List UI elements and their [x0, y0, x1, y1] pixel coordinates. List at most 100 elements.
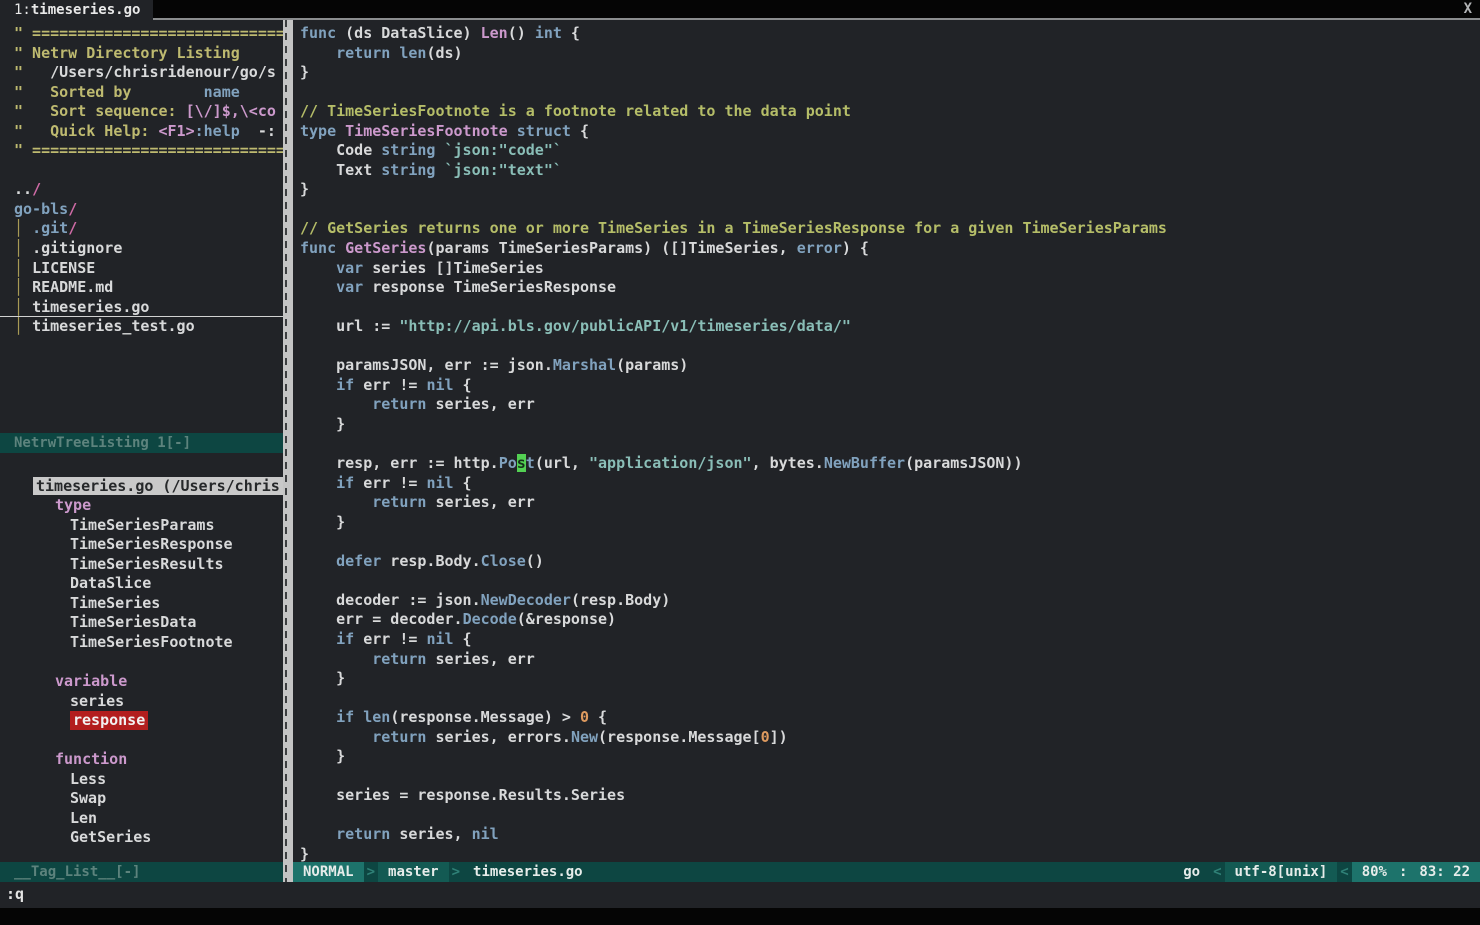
code-line[interactable] — [300, 767, 1480, 787]
netrw-row[interactable]: " Quick Help: <F1>:help -: — [0, 122, 283, 142]
netrw-row[interactable]: " Sort sequence: [\/]$,\<co — [0, 102, 283, 122]
netrw-row[interactable]: " Netrw Directory Listing — [0, 44, 283, 64]
code-line[interactable]: } — [300, 415, 1480, 435]
tagbar-tag-row[interactable]: series — [0, 692, 283, 712]
block-cursor: s — [516, 454, 526, 473]
code-line[interactable] — [300, 571, 1480, 591]
scroll-percent: 80% — [1361, 864, 1387, 880]
separator-right-icon: > — [366, 864, 376, 880]
code-line[interactable]: if err != nil { — [300, 376, 1480, 396]
netrw-row[interactable]: " Sorted by name — [0, 83, 283, 103]
code-line[interactable]: } — [300, 180, 1480, 200]
tagbar-tag-row[interactable]: TimeSeries — [0, 594, 283, 614]
tagbar-tag-row[interactable]: TimeSeriesFootnote — [0, 633, 283, 653]
tagbar-selected-file: timeseries.go (/Users/chris — [33, 476, 283, 495]
code-line[interactable]: } — [300, 513, 1480, 533]
tagbar-section-row[interactable]: function — [0, 750, 283, 770]
code-line[interactable] — [300, 200, 1480, 220]
tagbar-blank-row — [0, 652, 283, 672]
code-line[interactable] — [300, 337, 1480, 357]
code-line[interactable]: var response TimeSeriesResponse — [300, 278, 1480, 298]
netrw-row[interactable]: go-bls/ — [0, 200, 283, 220]
code-line[interactable] — [300, 689, 1480, 709]
tag-search-highlight: response — [70, 711, 149, 731]
tagbar-tag-row[interactable]: TimeSeriesData — [0, 613, 283, 633]
tab-close-icon[interactable]: X — [1464, 0, 1480, 18]
code-line[interactable]: Text string `json:"text"` — [300, 161, 1480, 181]
code-line[interactable] — [300, 83, 1480, 103]
netrw-row[interactable]: │ .git/ — [0, 219, 283, 239]
code-line[interactable]: type TimeSeriesFootnote struct { — [300, 122, 1480, 142]
tagbar-tag-row[interactable]: TimeSeriesResponse — [0, 535, 283, 555]
code-line[interactable] — [300, 532, 1480, 552]
code-line[interactable]: } — [300, 845, 1480, 862]
netrw-row[interactable]: │ .gitignore — [0, 239, 283, 259]
code-line[interactable]: Code string `json:"code"` — [300, 141, 1480, 161]
vertical-split-separator[interactable] — [283, 20, 293, 882]
code-line[interactable]: return series, nil — [300, 825, 1480, 845]
code-line[interactable]: return series, errors.New(response.Messa… — [300, 728, 1480, 748]
tab-number: 1: — [14, 2, 31, 18]
tab-filename: timeseries.go — [30, 2, 141, 18]
code-line[interactable]: series = response.Results.Series — [300, 786, 1480, 806]
tagbar-tag-row[interactable]: response — [0, 711, 283, 731]
code-line[interactable]: if err != nil { — [300, 630, 1480, 650]
code-line[interactable]: if len(response.Message) > 0 { — [300, 708, 1480, 728]
code-line[interactable]: if err != nil { — [300, 474, 1480, 494]
line-column: 83: 22 — [1419, 864, 1470, 880]
netrw-row[interactable]: ../ — [0, 180, 283, 200]
statusline-filename: timeseries.go — [473, 864, 583, 880]
code-line[interactable]: func (ds DataSlice) Len() int { — [300, 24, 1480, 44]
encoding-indicator: utf-8[unix] — [1224, 862, 1338, 882]
tagbar-tag-row[interactable]: Less — [0, 770, 283, 790]
netrw-statusline: NetrwTreeListing 1[-] — [0, 433, 283, 453]
tagbar-blank-row — [0, 457, 283, 477]
code-line[interactable]: } — [300, 747, 1480, 767]
tagbar-tag-row[interactable]: Len — [0, 809, 283, 829]
code-buffer[interactable]: func (ds DataSlice) Len() int { return l… — [293, 20, 1480, 862]
netrw-row[interactable]: │ LICENSE — [0, 259, 283, 279]
tagbar-tag-row[interactable]: GetSeries — [0, 828, 283, 848]
code-line[interactable]: return series, err — [300, 395, 1480, 415]
git-branch: master — [378, 862, 449, 882]
netrw-row[interactable]: │ README.md — [0, 278, 283, 298]
code-line[interactable] — [300, 434, 1480, 454]
netrw-row[interactable]: " ================================ — [0, 24, 283, 44]
code-line[interactable] — [300, 298, 1480, 318]
separator-left-icon: < — [1213, 864, 1222, 880]
tagbar-tag-row[interactable]: TimeSeriesParams — [0, 516, 283, 536]
tagbar-tag-row[interactable]: Swap — [0, 789, 283, 809]
code-line[interactable]: // TimeSeriesFootnote is a footnote rela… — [300, 102, 1480, 122]
code-line[interactable]: // GetSeries returns one or more TimeSer… — [300, 219, 1480, 239]
netrw-file-tree: " ================================" Netr… — [0, 20, 283, 433]
code-line[interactable] — [300, 806, 1480, 826]
command-line[interactable]: :q — [0, 882, 1480, 908]
tagbar-file-row[interactable]: timeseries.go (/Users/chris — [0, 476, 283, 497]
code-line[interactable]: err = decoder.Decode(&response) — [300, 610, 1480, 630]
tagbar-blank-row — [0, 731, 283, 751]
netrw-row[interactable]: │ timeseries.go — [0, 298, 283, 318]
tagbar-tag-row[interactable]: DataSlice — [0, 574, 283, 594]
tagbar-tag-row[interactable]: TimeSeriesResults — [0, 555, 283, 575]
code-line[interactable]: paramsJSON, err := json.Marshal(params) — [300, 356, 1480, 376]
code-line[interactable]: return series, err — [300, 493, 1480, 513]
tagbar-section-row[interactable]: variable — [0, 672, 283, 692]
netrw-row[interactable]: │ timeseries_test.go — [0, 317, 283, 337]
vim-window: 1:timeseries.go X " ====================… — [0, 0, 1480, 925]
tab-active[interactable]: 1:timeseries.go — [0, 0, 154, 20]
code-line[interactable]: resp, err := http.Post(url, "application… — [300, 454, 1480, 474]
netrw-row[interactable]: " /Users/chrisridenour/go/s — [0, 63, 283, 83]
code-line[interactable]: } — [300, 63, 1480, 83]
netrw-row[interactable]: " ================================ — [0, 141, 283, 161]
code-line[interactable]: url := "http://api.bls.gov/publicAPI/v1/… — [300, 317, 1480, 337]
code-line[interactable]: decoder := json.NewDecoder(resp.Body) — [300, 591, 1480, 611]
code-line[interactable]: func GetSeries(params TimeSeriesParams) … — [300, 239, 1480, 259]
code-line[interactable]: return len(ds) — [300, 44, 1480, 64]
editor-window: func (ds DataSlice) Len() int { return l… — [293, 20, 1480, 882]
code-line[interactable]: var series []TimeSeries — [300, 259, 1480, 279]
code-line[interactable]: return series, err — [300, 650, 1480, 670]
code-line[interactable]: defer resp.Body.Close() — [300, 552, 1480, 572]
tagbar-section-row[interactable]: type — [0, 496, 283, 516]
code-line[interactable]: } — [300, 669, 1480, 689]
netrw-row[interactable] — [0, 161, 283, 181]
